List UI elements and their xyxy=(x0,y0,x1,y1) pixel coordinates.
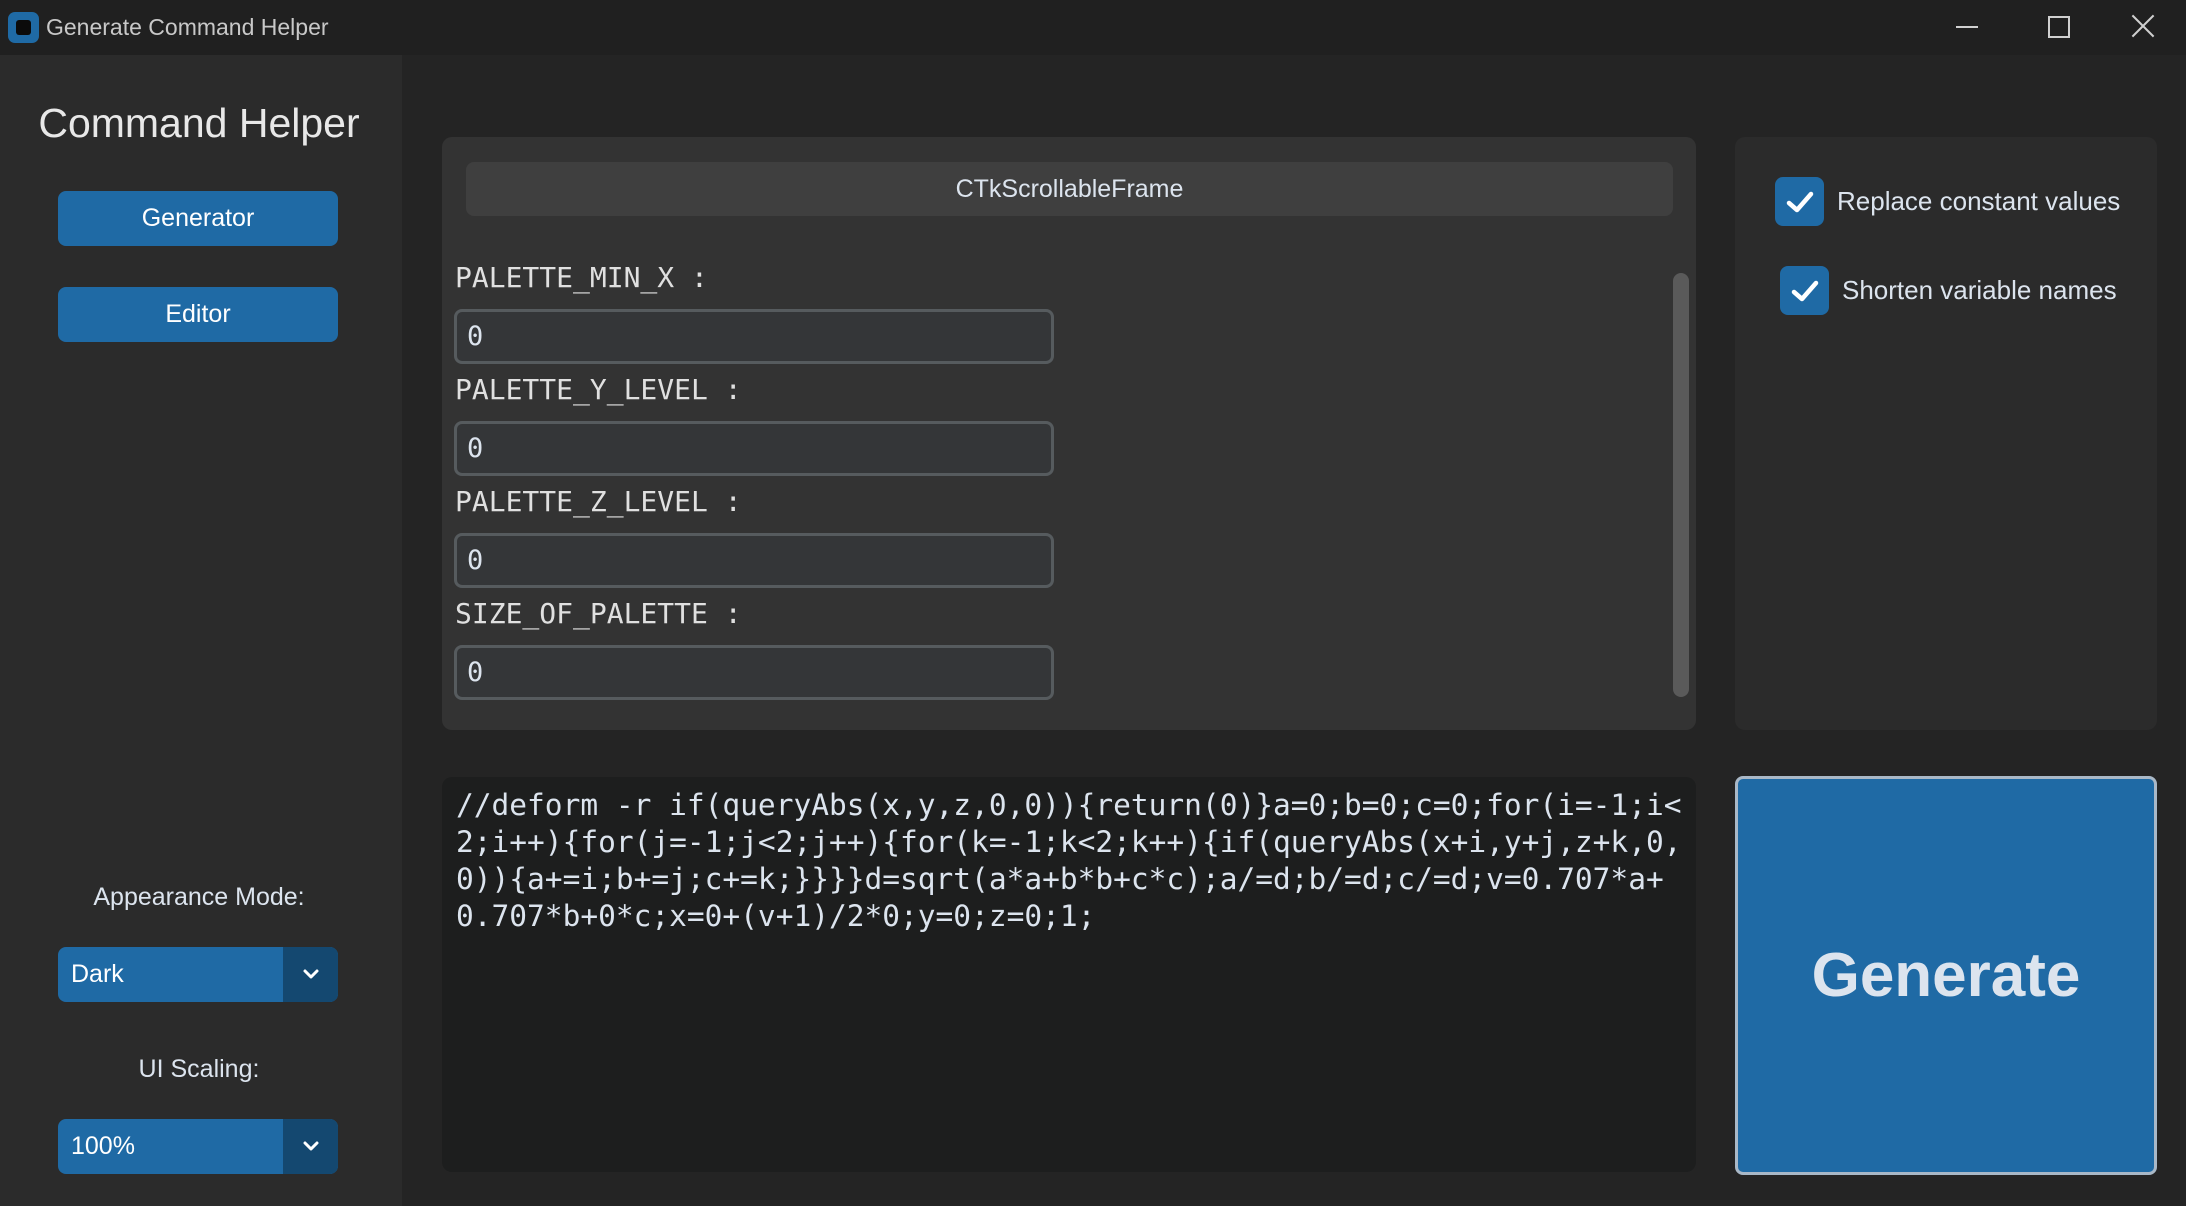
checkbox-box[interactable] xyxy=(1780,266,1829,315)
logo-label: Command Helper xyxy=(38,100,360,146)
chevron-down-icon xyxy=(303,969,319,979)
title-bar: Generate Command Helper xyxy=(0,0,2186,55)
scrollable-frame-label: CTkScrollableFrame xyxy=(466,162,1673,216)
ui-scaling-label: UI Scaling: xyxy=(138,1055,260,1083)
scaling-dropdown-button[interactable] xyxy=(283,1119,338,1174)
generate-button[interactable]: Generate xyxy=(1735,776,2157,1175)
shorten-names-label: Shorten variable names xyxy=(1842,275,2117,305)
checkmark-icon xyxy=(1786,191,1813,212)
replace-constant-checkbox[interactable]: Replace constant values xyxy=(1775,177,2120,226)
appearance-mode-value: Dark xyxy=(71,960,124,988)
param-label-palette-min-x: PALETTE_MIN_X : xyxy=(455,261,708,294)
replace-constant-label: Replace constant values xyxy=(1837,186,2121,216)
param-label-size-of-palette: SIZE_OF_PALETTE : xyxy=(455,597,742,630)
palette-y-level-input[interactable]: 0 xyxy=(454,421,1054,476)
appearance-mode-label: Appearance Mode: xyxy=(93,883,305,911)
app-icon xyxy=(8,12,39,43)
param-label-palette-y-level: PALETTE_Y_LEVEL : xyxy=(455,373,742,406)
generator-button[interactable]: Generator xyxy=(58,191,338,246)
appearance-mode-select[interactable]: Dark xyxy=(58,947,338,1002)
scrollable-frame: CTkScrollableFrame PALETTE_MIN_X : 0 PAL… xyxy=(442,137,1696,730)
scrollbar[interactable] xyxy=(1673,273,1689,697)
output-textbox[interactable]: //deform -r if(queryAbs(x,y,z,0,0)){retu… xyxy=(442,777,1696,1172)
palette-min-x-input[interactable]: 0 xyxy=(454,309,1054,364)
minimize-icon[interactable] xyxy=(1920,0,2010,55)
window-title: Generate Command Helper xyxy=(46,14,329,40)
size-of-palette-input[interactable]: 0 xyxy=(454,645,1054,700)
editor-button[interactable]: Editor xyxy=(58,287,338,342)
shorten-names-checkbox[interactable]: Shorten variable names xyxy=(1780,266,2117,315)
checkmark-icon xyxy=(1791,280,1818,301)
sidebar: Command Helper Generator Editor Appearan… xyxy=(0,55,402,1206)
options-frame: Replace constant values Shorten variable… xyxy=(1735,137,2157,730)
maximize-icon[interactable] xyxy=(2010,0,2100,55)
chevron-down-icon xyxy=(303,1141,319,1151)
appearance-dropdown-button[interactable] xyxy=(283,947,338,1002)
ui-scaling-value: 100% xyxy=(71,1132,135,1160)
ui-scaling-select[interactable]: 100% xyxy=(58,1119,338,1174)
param-label-palette-z-level: PALETTE_Z_LEVEL : xyxy=(455,485,742,518)
palette-z-level-input[interactable]: 0 xyxy=(454,533,1054,588)
close-icon[interactable] xyxy=(2100,0,2186,55)
checkbox-box[interactable] xyxy=(1775,177,1824,226)
